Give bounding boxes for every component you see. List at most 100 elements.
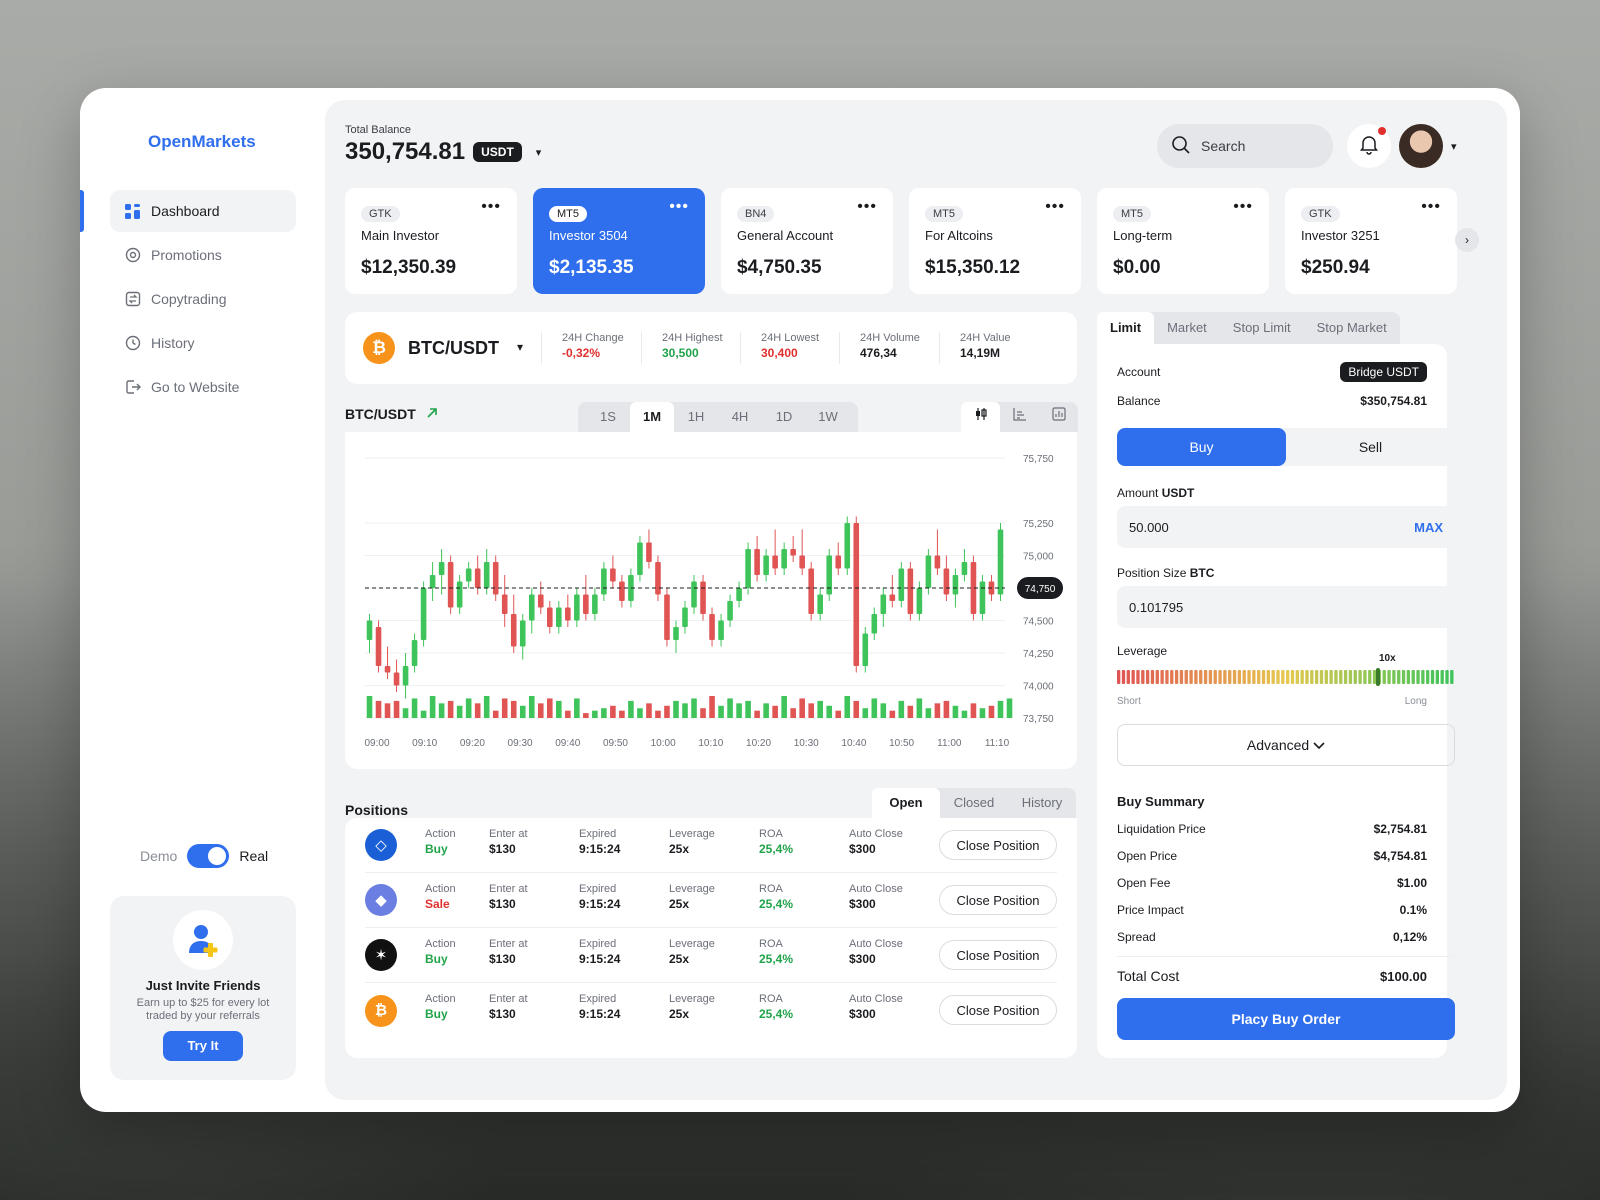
y-tick-label: 75,750 <box>1023 454 1054 465</box>
max-button[interactable]: MAX <box>1414 520 1443 535</box>
more-options-icon[interactable]: ••• <box>1045 198 1065 216</box>
sidebar-item-go-to-website[interactable]: Go to Website <box>110 366 296 408</box>
leverage-segment <box>1266 670 1271 684</box>
account-card[interactable]: MT5 ••• Long-term $0.00 <box>1097 188 1269 294</box>
tab-1w[interactable]: 1W <box>806 402 850 432</box>
volume-bar <box>853 700 860 718</box>
tab-stop-market[interactable]: Stop Market <box>1304 312 1400 344</box>
candle-body <box>754 549 760 575</box>
volume-bar <box>718 705 724 718</box>
position-row: ✶ Action Buy Enter at $130 Expired 9:15:24 Leve… <box>365 928 1057 983</box>
more-options-icon[interactable]: ••• <box>481 198 501 216</box>
volume-bar <box>393 700 400 718</box>
chevron-right-icon[interactable]: › <box>1455 228 1479 252</box>
account-card[interactable]: BN4 ••• General Account $4,750.35 <box>721 188 893 294</box>
account-selector[interactable]: Bridge USDT <box>1340 362 1427 382</box>
tab-history[interactable]: History <box>1008 788 1076 818</box>
leverage-segment <box>1445 670 1449 684</box>
sidebar-item-history[interactable]: History <box>110 322 296 364</box>
x-tick-label: 11:10 <box>985 738 1010 749</box>
amount-field[interactable]: 50.000 MAX <box>1117 506 1455 548</box>
candle-body <box>790 549 796 556</box>
volume-bar <box>862 708 869 718</box>
tab-4h[interactable]: 4H <box>718 402 762 432</box>
place-buy-order-button[interactable]: Placy Buy Order <box>1117 998 1455 1040</box>
position-action-cell: Action Sale <box>425 883 456 911</box>
tab-1s[interactable]: 1S <box>586 402 630 432</box>
leverage-segment <box>1271 670 1275 684</box>
volume-bar <box>745 700 751 718</box>
more-options-icon[interactable]: ••• <box>1233 198 1253 216</box>
mode-toggle[interactable] <box>187 844 230 868</box>
leverage-segment <box>1450 670 1454 684</box>
notifications-button[interactable] <box>1347 124 1391 168</box>
tab-1h[interactable]: 1H <box>674 402 718 432</box>
candles-icon[interactable] <box>961 402 1000 432</box>
leverage-slider-handle[interactable] <box>1376 668 1380 686</box>
leverage-segment <box>1223 670 1227 684</box>
user-avatar[interactable] <box>1399 124 1443 168</box>
position-size-field[interactable]: 0.101795 <box>1117 586 1455 628</box>
account-name: Long-term <box>1113 228 1173 243</box>
profile-chevron-down-icon[interactable]: ▾ <box>1451 140 1457 153</box>
candle-body <box>997 529 1004 595</box>
sidebar-item-copytrading[interactable]: Copytrading <box>110 278 296 320</box>
tab-1d[interactable]: 1D <box>762 402 806 432</box>
close-position-button[interactable]: Close Position <box>939 995 1057 1025</box>
tab-market[interactable]: Market <box>1154 312 1220 344</box>
more-options-icon[interactable]: ••• <box>1421 198 1441 216</box>
currency-chevron-down-icon[interactable]: ▾ <box>536 146 542 159</box>
buy-button[interactable]: Buy <box>1117 428 1286 466</box>
pair-chevron-down-icon[interactable]: ▾ <box>517 340 523 354</box>
volume-bar <box>880 703 887 718</box>
volume-chart-icon[interactable] <box>1039 402 1078 432</box>
candle-body <box>583 594 589 614</box>
ethereum-icon: ◆ <box>365 884 397 916</box>
close-position-button[interactable]: Close Position <box>939 940 1057 970</box>
account-name: Investor 3504 <box>549 228 628 243</box>
more-options-icon[interactable]: ••• <box>857 198 877 216</box>
position-expired-cell: Expired 9:15:24 <box>579 993 621 1021</box>
sidebar-item-dashboard[interactable]: Dashboard <box>110 190 296 232</box>
candle-body <box>916 588 923 614</box>
total-cost-label: Total Cost <box>1117 968 1180 984</box>
account-card[interactable]: MT5 ••• For Altcoins $15,350.12 <box>909 188 1081 294</box>
volume-bar <box>772 705 778 718</box>
volume-bar <box>655 710 661 718</box>
invite-user-icon <box>173 910 233 970</box>
candlestick-chart-svg: 75,750 75,250 75,000 74,750 74,500 74,250 74,0… <box>364 454 1063 749</box>
position-action-cell: Action Buy <box>425 938 456 966</box>
close-position-button[interactable]: Close Position <box>939 830 1057 860</box>
tab-limit[interactable]: Limit <box>1097 312 1155 344</box>
account-card[interactable]: MT5 ••• Investor 3504 $2,135.35 <box>533 188 705 294</box>
account-card[interactable]: GTK ••• Main Investor $12,350.39 <box>345 188 517 294</box>
pair-name[interactable]: BTC/USDT <box>408 338 499 359</box>
bar-chart-icon[interactable] <box>1000 402 1039 432</box>
candle-body <box>492 562 499 595</box>
advanced-dropdown[interactable]: Advanced <box>1117 724 1455 766</box>
tab-stop-limit[interactable]: Stop Limit <box>1220 312 1304 344</box>
try-it-button[interactable]: Try It <box>163 1031 243 1061</box>
price-chart[interactable]: 75,750 75,250 75,000 74,750 74,500 74,250 74,0… <box>345 432 1077 769</box>
account-card[interactable]: GTK ••• Investor 3251 $250.94 <box>1285 188 1457 294</box>
copytrading-icon <box>124 291 141 308</box>
more-options-icon[interactable]: ••• <box>669 198 689 216</box>
close-position-button[interactable]: Close Position <box>939 885 1057 915</box>
tab-1m[interactable]: 1M <box>630 402 674 432</box>
candle-body <box>817 594 824 614</box>
candle-body <box>574 594 580 621</box>
tab-closed[interactable]: Closed <box>940 788 1008 818</box>
sidebar-item-promotions[interactable]: Promotions <box>110 234 296 276</box>
advanced-label: Advanced <box>1246 737 1310 753</box>
leverage-slider[interactable] <box>1117 670 1455 684</box>
positions-title: Positions <box>345 802 409 818</box>
candle-body <box>429 575 436 588</box>
tab-open[interactable]: Open <box>872 788 940 818</box>
invite-card: Just Invite Friends Earn up to $25 for e… <box>110 896 296 1080</box>
search-input[interactable]: Search <box>1157 124 1333 168</box>
volume-bar <box>601 708 607 718</box>
volume-bar <box>474 703 481 718</box>
position-enter-cell: Enter at $130 <box>489 883 528 911</box>
leverage-short-label: Short <box>1117 696 1141 707</box>
sell-button[interactable]: Sell <box>1286 428 1455 466</box>
